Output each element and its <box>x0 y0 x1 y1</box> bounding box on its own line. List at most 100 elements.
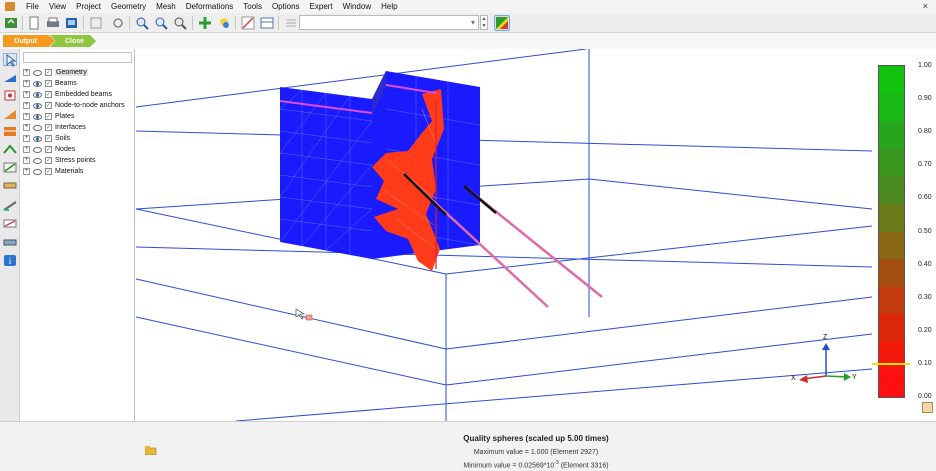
menu-view[interactable]: View <box>44 2 71 11</box>
tree-item-embedded-beams[interactable]: + ✓ Embedded beams <box>23 89 112 100</box>
tree-checkbox[interactable]: ✓ <box>45 124 52 131</box>
pan-icon[interactable] <box>197 15 213 31</box>
menu-geometry[interactable]: Geometry <box>106 2 151 11</box>
tree-checkbox[interactable]: ✓ <box>45 80 52 87</box>
color-legend-icon[interactable] <box>494 15 510 31</box>
tree-checkbox[interactable]: ✓ <box>45 168 52 175</box>
step-select[interactable]: ▾ <box>299 15 479 30</box>
visibility-eye-icon[interactable] <box>33 168 42 175</box>
tree-item-beams[interactable]: + ✓ Beams <box>23 78 77 89</box>
menu-options[interactable]: Options <box>267 2 305 11</box>
tree-checkbox[interactable]: ✓ <box>45 146 52 153</box>
menu-project[interactable]: Project <box>71 2 106 11</box>
print-icon[interactable] <box>45 15 61 31</box>
legend-tick-label: 0.60 <box>918 194 932 202</box>
legend-band <box>879 93 904 122</box>
select-icon[interactable] <box>3 53 17 67</box>
legend-band <box>879 259 904 288</box>
tree-item-label: Stress points <box>55 157 96 164</box>
toolbar: ▾ ▲ ▼ <box>0 13 936 33</box>
tree-checkbox[interactable]: ✓ <box>45 113 52 120</box>
explorer-filter-input[interactable] <box>23 52 132 63</box>
rotate-icon[interactable] <box>110 15 126 31</box>
menu-help[interactable]: Help <box>376 2 402 11</box>
visibility-eye-icon[interactable] <box>33 146 42 153</box>
legend-tick-label: 0.00 <box>918 393 932 400</box>
model-viewport[interactable]: Z X Y <box>136 49 936 421</box>
zoom-out-icon[interactable] <box>153 15 169 31</box>
update-icon[interactable] <box>3 15 19 31</box>
tree-item-node-to-node-anchors[interactable]: + ✓ Node-to-node anchors <box>23 100 125 111</box>
tree-item-interfaces[interactable]: + ✓ Interfaces <box>23 122 86 133</box>
tab-output[interactable]: Output <box>3 35 55 47</box>
menu-file[interactable]: File <box>21 2 44 11</box>
export-icon[interactable] <box>64 15 80 31</box>
tree-checkbox[interactable]: ✓ <box>45 135 52 142</box>
expand-icon[interactable]: + <box>23 146 30 153</box>
visibility-eye-icon[interactable] <box>33 135 42 142</box>
window-close-icon[interactable]: × <box>923 1 928 11</box>
scale-icon[interactable] <box>172 15 188 31</box>
line-icon[interactable] <box>3 161 17 174</box>
expand-icon[interactable]: + <box>23 168 30 175</box>
tree-item-materials[interactable]: + ✓ Materials <box>23 166 83 177</box>
expand-icon[interactable]: + <box>23 91 30 98</box>
tree-item-label: Nodes <box>55 146 76 153</box>
expand-icon[interactable]: + <box>23 135 30 142</box>
tree-checkbox[interactable]: ✓ <box>45 102 52 109</box>
expand-icon[interactable]: + <box>23 80 30 87</box>
expand-icon[interactable]: + <box>23 69 30 76</box>
structure-icon[interactable] <box>3 107 17 120</box>
visibility-eye-icon[interactable] <box>33 69 42 76</box>
zoom-window-icon[interactable] <box>88 15 104 31</box>
tree-item-plates[interactable]: + ✓ Plates <box>23 111 74 122</box>
tree-item-geometry[interactable]: + ✓ Geometry <box>23 67 88 78</box>
tree-item-stress-points[interactable]: + ✓ Stress points <box>23 155 95 166</box>
deformed-mesh-icon[interactable] <box>3 71 17 84</box>
tree-item-nodes[interactable]: + ✓ Nodes <box>23 144 75 155</box>
curves-icon[interactable] <box>240 15 256 31</box>
explorer-footer <box>0 421 136 471</box>
tree-checkbox[interactable]: ✓ <box>45 157 52 164</box>
menu-window[interactable]: Window <box>338 2 376 11</box>
section-icon[interactable] <box>3 143 17 156</box>
zoom-in-icon[interactable] <box>134 15 150 31</box>
point-icon[interactable] <box>3 89 17 102</box>
tree-item-soils[interactable]: + ✓ Soils <box>23 133 70 144</box>
legend-band <box>879 148 904 177</box>
visibility-eye-icon[interactable] <box>33 102 42 109</box>
cross-section-icon[interactable] <box>3 125 17 138</box>
table-view-icon[interactable] <box>259 15 275 31</box>
tab-close[interactable]: Close <box>50 35 96 47</box>
visibility-eye-icon[interactable] <box>33 80 42 87</box>
menu-mesh[interactable]: Mesh <box>151 2 181 11</box>
new-icon[interactable] <box>26 15 42 31</box>
expand-icon[interactable]: + <box>23 113 30 120</box>
info-icon[interactable]: i <box>3 254 17 267</box>
side-toolbar: i <box>0 49 20 471</box>
menu-tools[interactable]: Tools <box>238 2 267 11</box>
tree-checkbox[interactable]: ✓ <box>45 91 52 98</box>
tree-checkbox[interactable]: ✓ <box>45 69 52 76</box>
plates-icon[interactable] <box>3 179 17 192</box>
menu-expert[interactable]: Expert <box>305 2 338 11</box>
axes-triad <box>799 343 851 383</box>
visibility-eye-icon[interactable] <box>33 124 42 131</box>
expand-icon[interactable]: + <box>23 157 30 164</box>
expand-icon[interactable]: + <box>23 102 30 109</box>
lock-icon[interactable] <box>922 402 933 413</box>
visibility-eye-icon[interactable] <box>33 157 42 164</box>
legend-band <box>879 231 904 260</box>
beams-icon[interactable] <box>3 199 17 212</box>
step-spinner[interactable]: ▲ ▼ <box>480 15 488 30</box>
table-icon[interactable] <box>216 15 232 31</box>
anchors-icon[interactable] <box>3 217 17 230</box>
visibility-eye-icon[interactable] <box>33 91 42 98</box>
menu-deformations[interactable]: Deformations <box>181 2 239 11</box>
legend-band <box>879 369 904 398</box>
expand-icon[interactable]: + <box>23 124 30 131</box>
list-icon[interactable] <box>283 15 299 31</box>
interfaces-icon[interactable] <box>3 236 17 249</box>
visibility-eye-icon[interactable] <box>33 113 42 120</box>
model-3d-view[interactable] <box>136 49 936 421</box>
